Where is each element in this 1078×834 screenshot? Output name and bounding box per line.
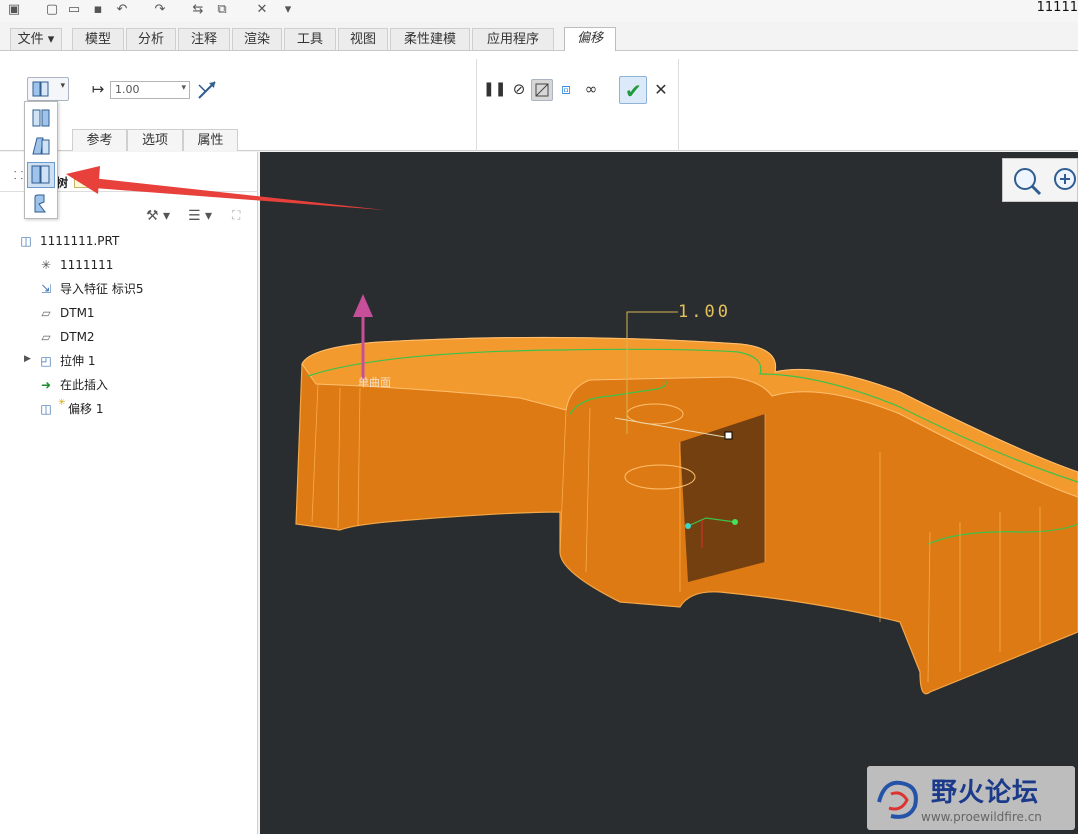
check-icon: ✔ bbox=[625, 79, 642, 103]
chevron-down-icon: ▾ bbox=[60, 81, 65, 91]
offset-distance-field[interactable]: 1.00 ▾ bbox=[110, 81, 190, 99]
redo-icon[interactable]: ↷ bbox=[152, 2, 168, 18]
tree-settings-icon[interactable]: ⚒ ▾ bbox=[146, 208, 170, 224]
offset-type-flyout bbox=[24, 101, 58, 219]
tree-item-part[interactable]: 1111111.PRT bbox=[40, 232, 119, 250]
tree-item-extrude[interactable]: 拉伸 1 bbox=[60, 352, 95, 370]
tab-applications[interactable]: 应用程序 bbox=[472, 28, 554, 50]
replace-surface-offset-icon[interactable] bbox=[29, 192, 53, 216]
tab-analysis[interactable]: 分析 bbox=[126, 28, 176, 50]
preview-glyph bbox=[535, 83, 549, 97]
tab-references[interactable]: 参考 bbox=[72, 129, 127, 151]
tree-item-insert-here[interactable]: 在此插入 bbox=[60, 376, 108, 394]
regenerate-icon[interactable]: ⇆ bbox=[190, 2, 206, 18]
tab-model[interactable]: 模型 bbox=[72, 28, 124, 50]
tab-annotate[interactable]: 注释 bbox=[178, 28, 230, 50]
undo-icon[interactable]: ↶ bbox=[114, 2, 130, 18]
divider bbox=[678, 59, 679, 151]
window-title: 11111 bbox=[1036, 0, 1078, 15]
zoom-in-icon[interactable] bbox=[1051, 165, 1078, 197]
tab-file[interactable]: 文件 ▾ bbox=[10, 28, 62, 50]
offset-dashboard: ▾ ↦ 1.00 ▾ 参考 选项 属性 ❚❚ ⊘ ⧈ ∞ ✔ ✕ bbox=[0, 51, 1078, 151]
tab-flexible-modeling[interactable]: 柔性建模 bbox=[390, 28, 470, 50]
expand-offset-option[interactable] bbox=[27, 162, 55, 188]
distance-icon: ↦ bbox=[91, 80, 105, 98]
new-icon[interactable]: ▢ bbox=[44, 2, 60, 18]
offset-distance-value: 1.00 bbox=[115, 83, 140, 96]
pocket-face bbox=[680, 414, 765, 582]
feature-preview-icon[interactable]: ⧈ bbox=[556, 79, 576, 99]
watermark-logo-icon bbox=[877, 780, 918, 819]
customize-dropdown-icon[interactable]: ▾ bbox=[280, 2, 296, 18]
save-icon[interactable]: ▪ bbox=[90, 2, 106, 18]
chevron-down-icon: ▾ bbox=[181, 83, 186, 93]
view-toolbar bbox=[1002, 158, 1078, 202]
tree-item-offset[interactable]: 偏移 1 bbox=[68, 400, 103, 418]
new-feature-star-icon: ✳ bbox=[58, 398, 66, 408]
no-preview-icon[interactable]: ⊘ bbox=[509, 79, 529, 99]
show-columns-icon[interactable]: ☰ ▾ bbox=[188, 208, 212, 224]
tree-item-import[interactable]: 导入特征 标识5 bbox=[60, 280, 143, 298]
windows-icon[interactable]: ⧉ bbox=[214, 2, 230, 18]
app-icon[interactable]: ▣ bbox=[6, 2, 22, 18]
zoom-to-fit-icon[interactable] bbox=[1011, 165, 1043, 197]
tree-item-csys[interactable]: 1111111 bbox=[60, 256, 113, 274]
offset-type-dropdown[interactable]: ▾ bbox=[27, 77, 69, 101]
expand-icon[interactable]: ▶ bbox=[24, 354, 31, 364]
csys-point bbox=[732, 519, 738, 525]
part-icon: ◫ bbox=[20, 234, 32, 248]
confirm-button[interactable]: ✔ bbox=[619, 76, 647, 104]
watermark-url: www.proewildfire.cn bbox=[921, 810, 1042, 824]
tab-render[interactable]: 渲染 bbox=[232, 28, 282, 50]
tab-options[interactable]: 选项 bbox=[127, 129, 183, 151]
dimension-value[interactable]: 1.00 bbox=[678, 302, 731, 322]
quick-access-toolbar: ▣ ▢ ▭ ▪ ↶ ↷ ⇆ ⧉ ✕ ▾ 11111 bbox=[0, 0, 1078, 22]
tree-item-dtm1[interactable]: DTM1 bbox=[60, 304, 95, 322]
offset-type-icon bbox=[32, 81, 49, 97]
direction-arrowhead bbox=[353, 294, 373, 317]
tree-item-dtm2[interactable]: DTM2 bbox=[60, 328, 95, 346]
tab-view[interactable]: 视图 bbox=[338, 28, 388, 50]
csys-icon: ✳ bbox=[40, 258, 52, 272]
geometry-preview-icon[interactable] bbox=[531, 79, 553, 101]
cancel-icon[interactable]: ✕ bbox=[651, 80, 671, 100]
standard-offset-icon[interactable] bbox=[29, 106, 53, 130]
tab-offset[interactable]: 偏移 bbox=[564, 27, 616, 51]
layer-tree-icon[interactable]: ⸬ bbox=[14, 168, 23, 183]
watermark-title: 野火论坛 bbox=[931, 778, 1040, 808]
offset-icon: ◫ bbox=[40, 402, 52, 416]
flip-direction-icon[interactable] bbox=[196, 79, 218, 101]
insert-here-icon: ➜ bbox=[40, 378, 52, 392]
pause-icon[interactable]: ❚❚ bbox=[483, 79, 506, 99]
surface-label: 单曲面 bbox=[358, 376, 391, 389]
tab-file-label: 文件 bbox=[17, 32, 44, 47]
tab-tools[interactable]: 工具 bbox=[284, 28, 336, 50]
open-icon[interactable]: ▭ bbox=[66, 2, 82, 18]
extrude-icon: ◰ bbox=[40, 354, 52, 368]
drag-handle[interactable] bbox=[724, 431, 733, 440]
ribbon-tabs: 文件 ▾ 模型 分析 注释 渲染 工具 视图 柔性建模 应用程序 偏移 bbox=[0, 27, 1078, 51]
expand-offset-icon bbox=[31, 165, 50, 184]
filter-icon[interactable]: ⛶ bbox=[232, 208, 240, 223]
csys-point bbox=[685, 523, 691, 529]
favorite-icon[interactable]: ✳ bbox=[74, 172, 90, 188]
watermark: 野火论坛 www.proewildfire.cn bbox=[867, 766, 1075, 830]
model-view bbox=[295, 294, 1078, 695]
graphics-viewport[interactable]: 1.00 单曲面 野火论坛 www.proewildfire.cn bbox=[260, 152, 1078, 834]
datum-plane-icon: ▱ bbox=[41, 306, 51, 320]
draft-offset-icon[interactable] bbox=[29, 134, 53, 158]
import-feature-icon: ⇲ bbox=[40, 282, 52, 296]
datum-plane-icon: ▱ bbox=[41, 330, 51, 344]
tab-properties[interactable]: 属性 bbox=[183, 129, 238, 151]
model-tree-panel: ⸬ 树 ✳ ⚒ ▾ ☰ ▾ ⛶ ◫ 1111111.PRT ✳ 1111111 … bbox=[0, 152, 258, 834]
close-window-icon[interactable]: ✕ bbox=[254, 2, 270, 18]
divider bbox=[476, 59, 477, 151]
verify-glasses-icon[interactable]: ∞ bbox=[581, 79, 601, 99]
